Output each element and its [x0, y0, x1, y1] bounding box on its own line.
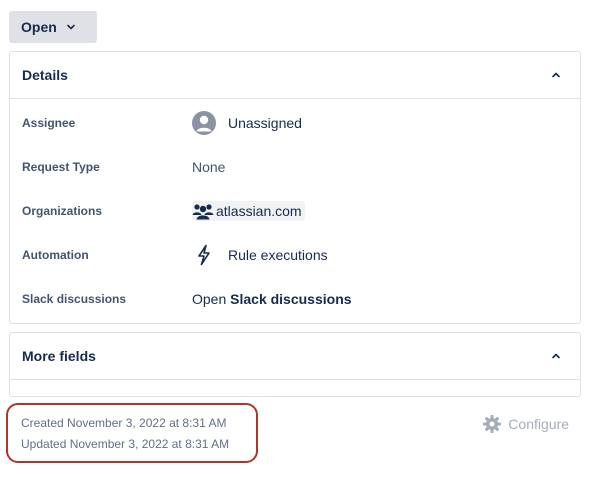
people-group-icon [192, 204, 214, 220]
created-date: Created November 3, 2022 at 8:31 AM [21, 416, 227, 430]
updated-date: Updated November 3, 2022 at 8:31 AM [21, 437, 230, 451]
assignee-label: Assignee [22, 116, 76, 130]
slack-label: Slack discussions [22, 292, 127, 306]
chevron-down-icon [66, 22, 76, 32]
details-panel: Details Assignee Unassigned Request Type… [9, 51, 581, 324]
organizations-label: Organizations [22, 204, 103, 218]
configure-label: Configure [508, 416, 569, 432]
chevron-up-icon[interactable] [544, 63, 568, 87]
slack-row: Slack discussions Open Slack discussions [22, 277, 568, 321]
automation-value: Rule executions [228, 247, 328, 263]
assignee-row: Assignee Unassigned [22, 101, 568, 145]
request-type-label: Request Type [22, 160, 100, 174]
status-label: Open [21, 19, 57, 35]
more-fields-header[interactable]: More fields [10, 333, 580, 380]
avatar-icon [192, 111, 216, 135]
open-slack-discussions-link[interactable]: Open Slack discussions [192, 291, 352, 307]
organization-value: atlassian.com [216, 203, 302, 219]
organizations-field[interactable]: atlassian.com [192, 201, 305, 221]
organizations-row: Organizations atlassian.com [22, 189, 568, 233]
lightning-bolt-icon [192, 243, 216, 267]
automation-label: Automation [22, 248, 89, 262]
automation-row: Automation Rule executions [22, 233, 568, 277]
details-header[interactable]: Details [10, 52, 580, 99]
configure-button[interactable]: Configure [482, 414, 569, 434]
gear-icon [482, 414, 502, 434]
dates-highlight [6, 403, 258, 463]
chevron-up-icon[interactable] [544, 344, 568, 368]
slack-link-text: Slack discussions [230, 291, 352, 307]
request-type-value: None [192, 159, 226, 175]
request-type-row: Request Type None [22, 145, 568, 189]
assignee-value: Unassigned [228, 115, 302, 131]
details-title: Details [22, 67, 68, 83]
status-dropdown-button[interactable]: Open [9, 11, 97, 43]
more-fields-title: More fields [22, 348, 96, 364]
slack-prefix: Open [192, 291, 227, 307]
automation-field[interactable]: Rule executions [192, 243, 328, 267]
request-type-field[interactable]: None [192, 159, 225, 175]
organization-chip[interactable]: atlassian.com [192, 201, 305, 221]
more-fields-panel: More fields [9, 332, 581, 397]
assignee-field[interactable]: Unassigned [192, 111, 302, 135]
